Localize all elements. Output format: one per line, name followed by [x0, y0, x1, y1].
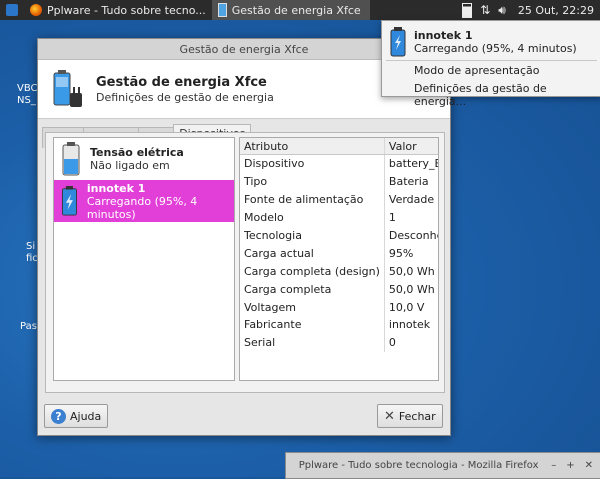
volume-icon[interactable]: 🔊︎: [498, 3, 506, 18]
value-cell: Verdade: [383, 190, 438, 209]
menu-device-name: innotek 1: [414, 29, 473, 42]
system-tray: ⇅ 🔊︎: [462, 2, 512, 18]
attribute-cell: Carga completa: [244, 282, 332, 296]
menu-device-status: Carregando (95%, 4 minutos): [414, 42, 577, 55]
value-cell: 0: [383, 333, 438, 352]
column-header-value[interactable]: Valor: [383, 138, 438, 155]
battery-icon: [62, 142, 80, 176]
column-header-attribute[interactable]: Atributo: [240, 138, 385, 155]
attribute-cell: Carga completa (design): [244, 264, 380, 278]
taskbar-item-label: Gestão de energia Xfce: [231, 3, 361, 17]
value-cell: 95%: [383, 244, 438, 263]
device-status: Carregando (95%, 4 minutos): [86, 194, 198, 221]
app-menu-icon[interactable]: [6, 4, 18, 16]
help-button[interactable]: ? Ajuda: [44, 404, 109, 428]
attribute-cell: Fabricante: [244, 318, 302, 332]
attribute-cell: Modelo: [244, 211, 284, 225]
battery-tray-icon[interactable]: [462, 2, 473, 18]
table-row[interactable]: Serial 0: [240, 333, 438, 352]
clock[interactable]: 25 Out, 22:29: [512, 4, 600, 17]
device-status: Não ligado em: [90, 159, 170, 172]
device-item-ac[interactable]: Tensão elétrica Não ligado em: [54, 138, 234, 180]
table-row[interactable]: Carga actual 95%: [240, 244, 438, 263]
value-cell: Bateria: [383, 172, 438, 191]
value-cell: 50,0 Wh: [383, 262, 438, 281]
table-row[interactable]: Tipo Bateria: [240, 172, 438, 191]
firefox-window-titlebar[interactable]: Pplware - Tudo sobre tecnologia - Mozill…: [285, 452, 600, 479]
minimize-icon[interactable]: –: [551, 460, 556, 471]
close-icon: ✕: [384, 408, 395, 424]
help-button-label: Ajuda: [70, 409, 102, 423]
header-subtitle: Definições de gestão de energia: [96, 90, 274, 104]
device-list[interactable]: Tensão elétrica Não ligado em innotek 1 …: [53, 137, 235, 381]
close-button[interactable]: ✕ Fechar: [377, 404, 443, 428]
window-title: Gestão de energia Xfce: [179, 42, 309, 56]
menu-device-item[interactable]: innotek 1 Carregando (95%, 4 minutos): [382, 21, 600, 59]
table-row[interactable]: Modelo 1: [240, 208, 438, 227]
attribute-cell: Voltagem: [244, 300, 296, 314]
value-cell: battery_BAT0: [383, 154, 438, 173]
power-manager-icon: [53, 70, 82, 107]
battery-icon: [217, 3, 227, 17]
value-cell: 10,0 V: [383, 298, 438, 317]
window-title: Pplware - Tudo sobre tecnologia - Mozill…: [298, 460, 539, 471]
device-name: Tensão elétrica: [90, 146, 184, 159]
firefox-icon: [30, 4, 42, 16]
top-panel: Pplware - Tudo sobre tecno... Gestão de …: [0, 0, 600, 20]
menu-separator: [386, 60, 597, 61]
device-name: innotek 1: [86, 181, 146, 195]
value-cell: 50,0 Wh (100%): [383, 280, 438, 299]
desktop-icon-label[interactable]: NS_: [17, 95, 36, 106]
table-row[interactable]: Carga completa 50,0 Wh (100%): [240, 280, 438, 299]
table-row[interactable]: Voltagem 10,0 V: [240, 298, 438, 317]
table-row[interactable]: Carga completa (design) 50,0 Wh: [240, 262, 438, 281]
device-item-battery[interactable]: innotek 1 Carregando (95%, 4 minutos): [54, 180, 234, 222]
attribute-cell: Tecnologia: [244, 229, 302, 242]
taskbar-item-firefox[interactable]: Pplware - Tudo sobre tecno...: [24, 0, 212, 20]
help-icon: ?: [51, 408, 66, 424]
value-cell: innotek: [383, 316, 438, 334]
battery-charging-icon: [390, 27, 406, 57]
maximize-icon[interactable]: +: [566, 460, 574, 471]
table-row[interactable]: Fonte de alimentação Verdade: [240, 190, 438, 209]
table-row[interactable]: Tecnologia Desconhecido: [240, 226, 438, 245]
close-button-label: Fechar: [398, 409, 436, 423]
close-icon[interactable]: ✕: [585, 460, 593, 471]
menu-item-power-settings[interactable]: Definições da gestão de energia...: [382, 80, 600, 108]
header-title: Gestão de energia Xfce: [96, 74, 267, 90]
attribute-cell: Serial: [244, 336, 276, 350]
table-row[interactable]: Dispositivo battery_BAT0: [240, 154, 438, 173]
devices-panel: Tensão elétrica Não ligado em innotek 1 …: [45, 132, 445, 393]
attribute-cell: Tipo: [244, 175, 268, 189]
network-icon[interactable]: ⇅: [480, 3, 490, 17]
table-row[interactable]: Fabricante innotek: [240, 316, 438, 334]
desktop-icon-label[interactable]: Pas: [20, 321, 37, 332]
value-cell: 1: [383, 208, 438, 227]
desktop-icon-label[interactable]: Si: [26, 241, 35, 252]
taskbar-item-power-manager[interactable]: Gestão de energia Xfce: [211, 0, 370, 20]
battery-charging-icon: [61, 186, 77, 216]
attribute-cell: Dispositivo: [244, 157, 305, 171]
desktop-icon-label[interactable]: VBC: [17, 83, 38, 94]
attribute-cell: Fonte de alimentação: [244, 193, 364, 207]
battery-tray-menu: innotek 1 Carregando (95%, 4 minutos) Mo…: [381, 20, 600, 108]
attribute-cell: Carga actual: [244, 246, 314, 260]
device-properties-table[interactable]: Atributo Valor Dispositivo battery_BAT0 T…: [239, 137, 439, 381]
value-cell: Desconhecido: [383, 226, 438, 245]
menu-item-presentation-mode[interactable]: Modo de apresentação: [382, 62, 600, 80]
taskbar-item-label: Pplware - Tudo sobre tecno...: [47, 3, 206, 17]
